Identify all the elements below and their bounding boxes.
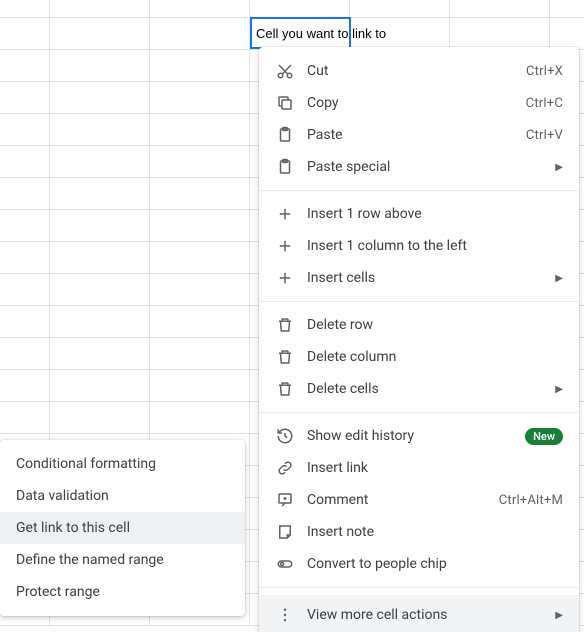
menu-paste-special[interactable]: Paste special ▶ [259,151,579,183]
people-chip-icon [275,554,295,574]
submenu-item-label: Data validation [16,488,109,504]
active-cell[interactable] [250,17,351,49]
menu-item-shortcut: Ctrl+V [526,128,563,143]
menu-divider [259,587,579,588]
context-menu: Cut Ctrl+X Copy Ctrl+C Paste Ctrl+V Past… [259,47,579,632]
menu-paste[interactable]: Paste Ctrl+V [259,119,579,151]
menu-copy[interactable]: Copy Ctrl+C [259,87,579,119]
menu-item-label: Paste [307,127,526,143]
trash-icon [275,347,295,367]
menu-insert-cells[interactable]: Insert cells ▶ [259,262,579,294]
plus-icon [275,236,295,256]
submenu-arrow-icon: ▶ [555,610,563,621]
menu-item-shortcut: Ctrl+C [526,96,563,111]
menu-item-label: Comment [307,492,499,508]
history-icon [275,426,295,446]
menu-item-label: Copy [307,95,526,111]
menu-item-label: Delete column [307,349,563,365]
submenu-item-label: Define the named range [16,552,164,568]
menu-item-label: Delete row [307,317,563,333]
menu-cut[interactable]: Cut Ctrl+X [259,55,579,87]
menu-item-label: Cut [307,63,526,79]
paste-icon [275,157,295,177]
menu-delete-row[interactable]: Delete row [259,309,579,341]
plus-icon [275,268,295,288]
submenu-item-label: Conditional formatting [16,456,156,472]
copy-icon [275,93,295,113]
menu-item-label: Show edit history [307,428,525,444]
menu-item-label: View more cell actions [307,607,547,623]
menu-insert-note[interactable]: Insert note [259,516,579,548]
submenu-arrow-icon: ▶ [555,162,563,173]
menu-insert-row-above[interactable]: Insert 1 row above [259,198,579,230]
submenu-arrow-icon: ▶ [555,384,563,395]
cell-editor-input[interactable] [254,25,454,42]
submenu-item-label: Protect range [16,584,100,600]
menu-item-shortcut: Ctrl+Alt+M [499,493,563,508]
menu-convert-people-chip[interactable]: Convert to people chip [259,548,579,580]
menu-item-label: Insert cells [307,270,547,286]
cut-icon [275,61,295,81]
menu-divider [259,412,579,413]
menu-divider [259,190,579,191]
menu-comment[interactable]: Comment Ctrl+Alt+M [259,484,579,516]
paste-icon [275,125,295,145]
menu-item-label: Paste special [307,159,547,175]
plus-icon [275,204,295,224]
submenu-define-named-range[interactable]: Define the named range [0,544,245,576]
note-icon [275,522,295,542]
new-badge: New [525,428,563,445]
comment-icon [275,490,295,510]
menu-item-label: Insert link [307,460,563,476]
submenu-get-link-to-cell[interactable]: Get link to this cell [0,512,245,544]
menu-item-label: Insert 1 column to the left [307,238,563,254]
view-more-submenu: Conditional formatting Data validation G… [0,440,245,616]
trash-icon [275,379,295,399]
submenu-data-validation[interactable]: Data validation [0,480,245,512]
submenu-protect-range[interactable]: Protect range [0,576,245,608]
trash-icon [275,315,295,335]
menu-insert-link[interactable]: Insert link [259,452,579,484]
menu-insert-column-left[interactable]: Insert 1 column to the left [259,230,579,262]
submenu-arrow-icon: ▶ [555,273,563,284]
menu-view-more-cell-actions[interactable]: View more cell actions ▶ [259,595,579,632]
menu-delete-cells[interactable]: Delete cells ▶ [259,373,579,405]
menu-item-shortcut: Ctrl+X [526,64,563,79]
menu-item-label: Insert 1 row above [307,206,563,222]
submenu-item-label: Get link to this cell [16,520,130,536]
menu-divider [259,301,579,302]
submenu-conditional-formatting[interactable]: Conditional formatting [0,448,245,480]
more-vert-icon [275,605,295,625]
menu-item-label: Convert to people chip [307,556,563,572]
menu-delete-column[interactable]: Delete column [259,341,579,373]
link-icon [275,458,295,478]
menu-item-label: Insert note [307,524,563,540]
menu-show-edit-history[interactable]: Show edit history New [259,420,579,452]
menu-item-label: Delete cells [307,381,547,397]
